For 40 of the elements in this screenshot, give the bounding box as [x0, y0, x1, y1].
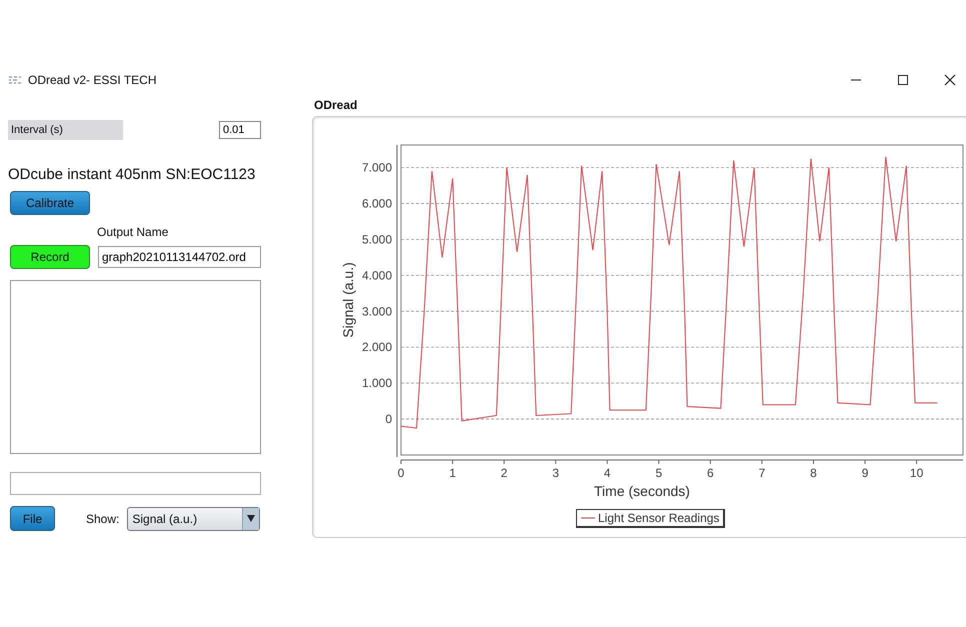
- x-tick-label: 3: [552, 466, 560, 480]
- y-tick-label: 0: [385, 412, 392, 426]
- x-tick-label: 6: [707, 466, 714, 480]
- show-label: Show:: [86, 512, 120, 526]
- app-icon: [8, 75, 22, 85]
- output-name-label: Output Name: [97, 225, 170, 239]
- calibrate-button[interactable]: Calibrate: [10, 191, 90, 215]
- y-tick-label: 2.000: [362, 340, 392, 354]
- y-tick-label: 1.000: [362, 376, 392, 390]
- x-tick-label: 5: [655, 466, 662, 480]
- file-button[interactable]: File: [10, 506, 55, 531]
- interval-field[interactable]: 0.01: [219, 121, 261, 139]
- y-tick-label: 5.000: [362, 232, 392, 246]
- legend-line-icon: [581, 517, 595, 519]
- output-name-field[interactable]: graph20210113144702.ord: [98, 246, 261, 268]
- interval-label: Interval (s): [8, 120, 123, 140]
- show-dropdown[interactable]: Signal (a.u.): [127, 506, 260, 530]
- legend-label: Light Sensor Readings: [598, 511, 720, 525]
- panel-title: ODread: [314, 98, 358, 112]
- record-button[interactable]: Record: [10, 245, 90, 269]
- x-tick-label: 9: [862, 466, 868, 480]
- y-tick-label: 4.000: [362, 268, 392, 282]
- x-tick-label: 2: [500, 466, 508, 480]
- status-field[interactable]: [10, 472, 261, 495]
- window-title: ODread v2- ESSI TECH: [28, 73, 156, 87]
- close-icon[interactable]: [944, 74, 956, 86]
- device-label: ODcube instant 405nm SN:EOC1123: [8, 166, 256, 183]
- x-axis-title: Time (seconds): [594, 483, 690, 499]
- x-tick-label: 7: [758, 466, 766, 480]
- x-tick-label: 4: [604, 466, 611, 480]
- y-tick-label: 6.000: [362, 196, 392, 211]
- x-tick-label: 10: [910, 466, 924, 480]
- dropdown-arrow-icon: [247, 515, 256, 522]
- x-tick-label: 8: [810, 466, 817, 480]
- maximize-icon[interactable]: [897, 74, 909, 86]
- y-tick-label: 3.000: [362, 304, 392, 318]
- y-axis-title: Signal (a.u.): [340, 262, 356, 338]
- y-tick-label: 7.000: [362, 160, 392, 175]
- x-tick-label: 1: [449, 466, 456, 480]
- x-tick-label: 0: [398, 466, 404, 480]
